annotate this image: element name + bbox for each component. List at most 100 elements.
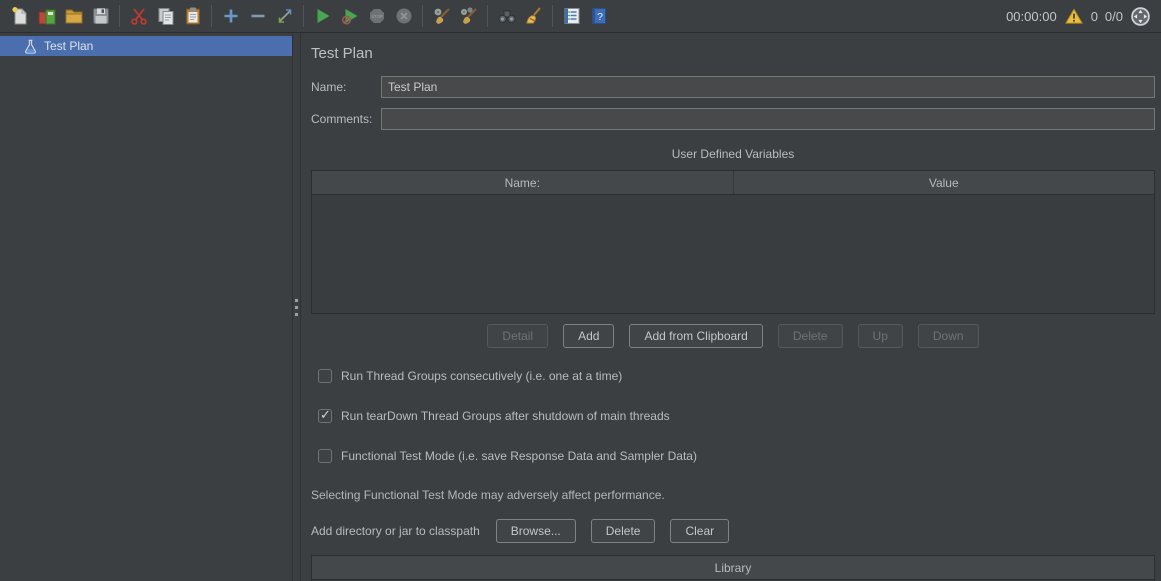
functional-mode-note: Selecting Functional Test Mode may adver… bbox=[311, 488, 1155, 502]
library-column-title: Library bbox=[312, 556, 1154, 579]
library-table: Library bbox=[311, 555, 1155, 581]
udv-button-row: Detail Add Add from Clipboard Delete Up … bbox=[311, 324, 1155, 348]
elapsed-timer: 00:00:00 bbox=[1006, 9, 1057, 24]
copy-icon bbox=[156, 6, 176, 26]
error-count: 0 bbox=[1091, 9, 1098, 24]
templates-icon bbox=[37, 6, 57, 26]
tree-node-test-plan[interactable]: Test Plan bbox=[0, 36, 292, 56]
tree-node-label: Test Plan bbox=[44, 39, 93, 53]
udv-table: Name: Value bbox=[311, 170, 1155, 314]
help-icon: ? bbox=[589, 6, 609, 26]
new-file-icon bbox=[10, 6, 30, 26]
svg-text:STOP: STOP bbox=[371, 14, 383, 19]
checkbox-functional-test-mode[interactable]: Functional Test Mode (i.e. save Response… bbox=[318, 449, 1155, 463]
library-table-header: Library bbox=[312, 556, 1154, 580]
splitter-grip-dot bbox=[295, 313, 298, 316]
templates-button[interactable] bbox=[33, 3, 60, 30]
detail-button[interactable]: Detail bbox=[487, 324, 548, 348]
search-button[interactable] bbox=[493, 3, 520, 30]
classpath-label: Add directory or jar to classpath bbox=[311, 524, 480, 538]
checkbox-box bbox=[318, 449, 332, 463]
function-helper-icon bbox=[562, 6, 582, 26]
search-reset-icon bbox=[524, 6, 544, 26]
add-from-clipboard-button[interactable]: Add from Clipboard bbox=[629, 324, 762, 348]
start-no-timers-icon bbox=[340, 6, 360, 26]
collapse-all-button[interactable] bbox=[244, 3, 271, 30]
help-button[interactable]: ? bbox=[585, 3, 612, 30]
shutdown-button[interactable] bbox=[390, 3, 417, 30]
name-field-row: Name: bbox=[311, 76, 1155, 98]
splitter-grip-dot bbox=[295, 299, 298, 302]
checkbox-run-consecutively[interactable]: Run Thread Groups consecutively (i.e. on… bbox=[318, 369, 1155, 383]
stop-icon: STOP bbox=[367, 6, 387, 26]
search-reset-button[interactable] bbox=[520, 3, 547, 30]
cut-button[interactable] bbox=[125, 3, 152, 30]
toolbar-separator bbox=[422, 5, 423, 27]
collapse-all-icon bbox=[248, 6, 268, 26]
active-threads-icon bbox=[1130, 6, 1151, 27]
delete-classpath-button[interactable]: Delete bbox=[591, 519, 656, 543]
classpath-row: Add directory or jar to classpath Browse… bbox=[311, 519, 1155, 543]
page-title: Test Plan bbox=[311, 45, 1155, 62]
clear-icon bbox=[432, 6, 452, 26]
udv-table-header: Name: Value bbox=[312, 171, 1154, 195]
name-input[interactable] bbox=[381, 76, 1155, 98]
down-button[interactable]: Down bbox=[918, 324, 979, 348]
checkbox-label: Run tearDown Thread Groups after shutdow… bbox=[341, 409, 670, 423]
paste-button[interactable] bbox=[179, 3, 206, 30]
comments-input[interactable] bbox=[381, 108, 1155, 130]
paste-icon bbox=[183, 6, 203, 26]
open-file-button[interactable] bbox=[60, 3, 87, 30]
splitter-grip-dot bbox=[295, 306, 298, 309]
warning-triangle-icon bbox=[1064, 7, 1084, 26]
open-file-icon bbox=[64, 6, 84, 26]
clear-all-icon bbox=[459, 6, 479, 26]
start-no-timers-button[interactable] bbox=[336, 3, 363, 30]
start-button[interactable] bbox=[309, 3, 336, 30]
name-label: Name: bbox=[311, 80, 381, 94]
expand-all-icon bbox=[221, 6, 241, 26]
comments-label: Comments: bbox=[311, 112, 381, 126]
save-icon bbox=[91, 6, 111, 26]
toggle-icon bbox=[275, 6, 295, 26]
browse-button[interactable]: Browse... bbox=[496, 519, 576, 543]
checkbox-label: Run Thread Groups consecutively (i.e. on… bbox=[341, 369, 622, 383]
save-button[interactable] bbox=[87, 3, 114, 30]
comments-field-row: Comments: bbox=[311, 108, 1155, 130]
cut-icon bbox=[129, 6, 149, 26]
copy-button[interactable] bbox=[152, 3, 179, 30]
test-plan-config-panel: Test Plan Name: Comments: User Defined V… bbox=[301, 33, 1161, 581]
toolbar-separator bbox=[211, 5, 212, 27]
splitter-handle[interactable] bbox=[292, 33, 301, 581]
test-tree-panel: Test Plan bbox=[0, 33, 292, 581]
thread-counts: 0/0 bbox=[1105, 9, 1123, 24]
clear-classpath-button[interactable]: Clear bbox=[670, 519, 729, 543]
up-button[interactable]: Up bbox=[858, 324, 903, 348]
delete-variable-button[interactable]: Delete bbox=[778, 324, 843, 348]
udv-table-body[interactable] bbox=[312, 195, 1154, 313]
toolbar-status-area: 00:00:00 0 0/0 bbox=[1006, 6, 1151, 27]
clear-button[interactable] bbox=[428, 3, 455, 30]
checkbox-box bbox=[318, 369, 332, 383]
udv-column-value: Value bbox=[733, 171, 1155, 194]
checkbox-label: Functional Test Mode (i.e. save Response… bbox=[341, 449, 697, 463]
toggle-button[interactable] bbox=[271, 3, 298, 30]
test-plan-flask-icon bbox=[23, 39, 38, 54]
new-file-button[interactable] bbox=[6, 3, 33, 30]
start-icon bbox=[313, 6, 333, 26]
toolbar-separator bbox=[487, 5, 488, 27]
function-helper-button[interactable] bbox=[558, 3, 585, 30]
main-window: Test Plan Test Plan Name: Comments: User… bbox=[0, 33, 1161, 581]
add-button[interactable]: Add bbox=[563, 324, 614, 348]
svg-text:?: ? bbox=[597, 11, 603, 23]
toolbar-separator bbox=[552, 5, 553, 27]
shutdown-icon bbox=[394, 6, 414, 26]
log-errors-button[interactable] bbox=[1064, 7, 1084, 26]
search-icon bbox=[497, 6, 517, 26]
toolbar-separator bbox=[119, 5, 120, 27]
stop-button[interactable]: STOP bbox=[363, 3, 390, 30]
checkbox-run-teardown[interactable]: Run tearDown Thread Groups after shutdow… bbox=[318, 409, 1155, 423]
clear-all-button[interactable] bbox=[455, 3, 482, 30]
udv-column-name: Name: bbox=[312, 171, 733, 194]
expand-all-button[interactable] bbox=[217, 3, 244, 30]
